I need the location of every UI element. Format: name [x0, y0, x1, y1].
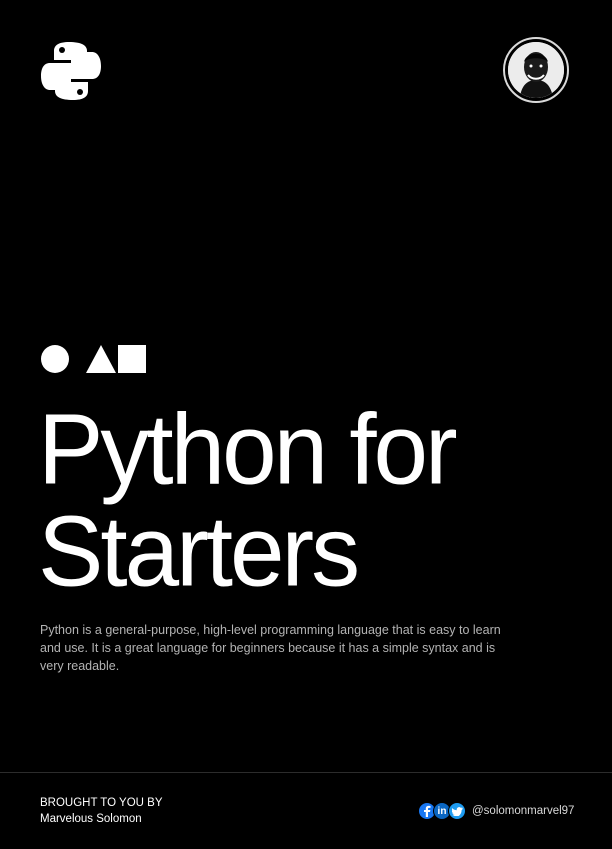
square-icon [118, 345, 146, 373]
social-handle[interactable]: @solomonmarvel97 [472, 804, 574, 818]
footer-divider [0, 772, 612, 773]
social-links: in @solomonmarvel97 [418, 802, 574, 820]
triangle-icon [86, 345, 116, 373]
author-name: Marvelous Solomon [40, 813, 142, 825]
page-title: Python for Starters [38, 398, 578, 602]
title-line-1: Python for [38, 392, 458, 506]
description-text: Python is a general-purpose, high-level … [40, 623, 501, 673]
circle-icon [41, 345, 69, 373]
credit-heading: BROUGHT TO YOU BY [40, 797, 163, 809]
title-line-2: Starters [38, 494, 360, 608]
twitter-icon[interactable] [448, 802, 466, 820]
python-logo-icon [40, 40, 102, 102]
author-avatar-icon [508, 42, 564, 98]
shape-set [40, 344, 148, 374]
author-avatar [503, 37, 569, 103]
